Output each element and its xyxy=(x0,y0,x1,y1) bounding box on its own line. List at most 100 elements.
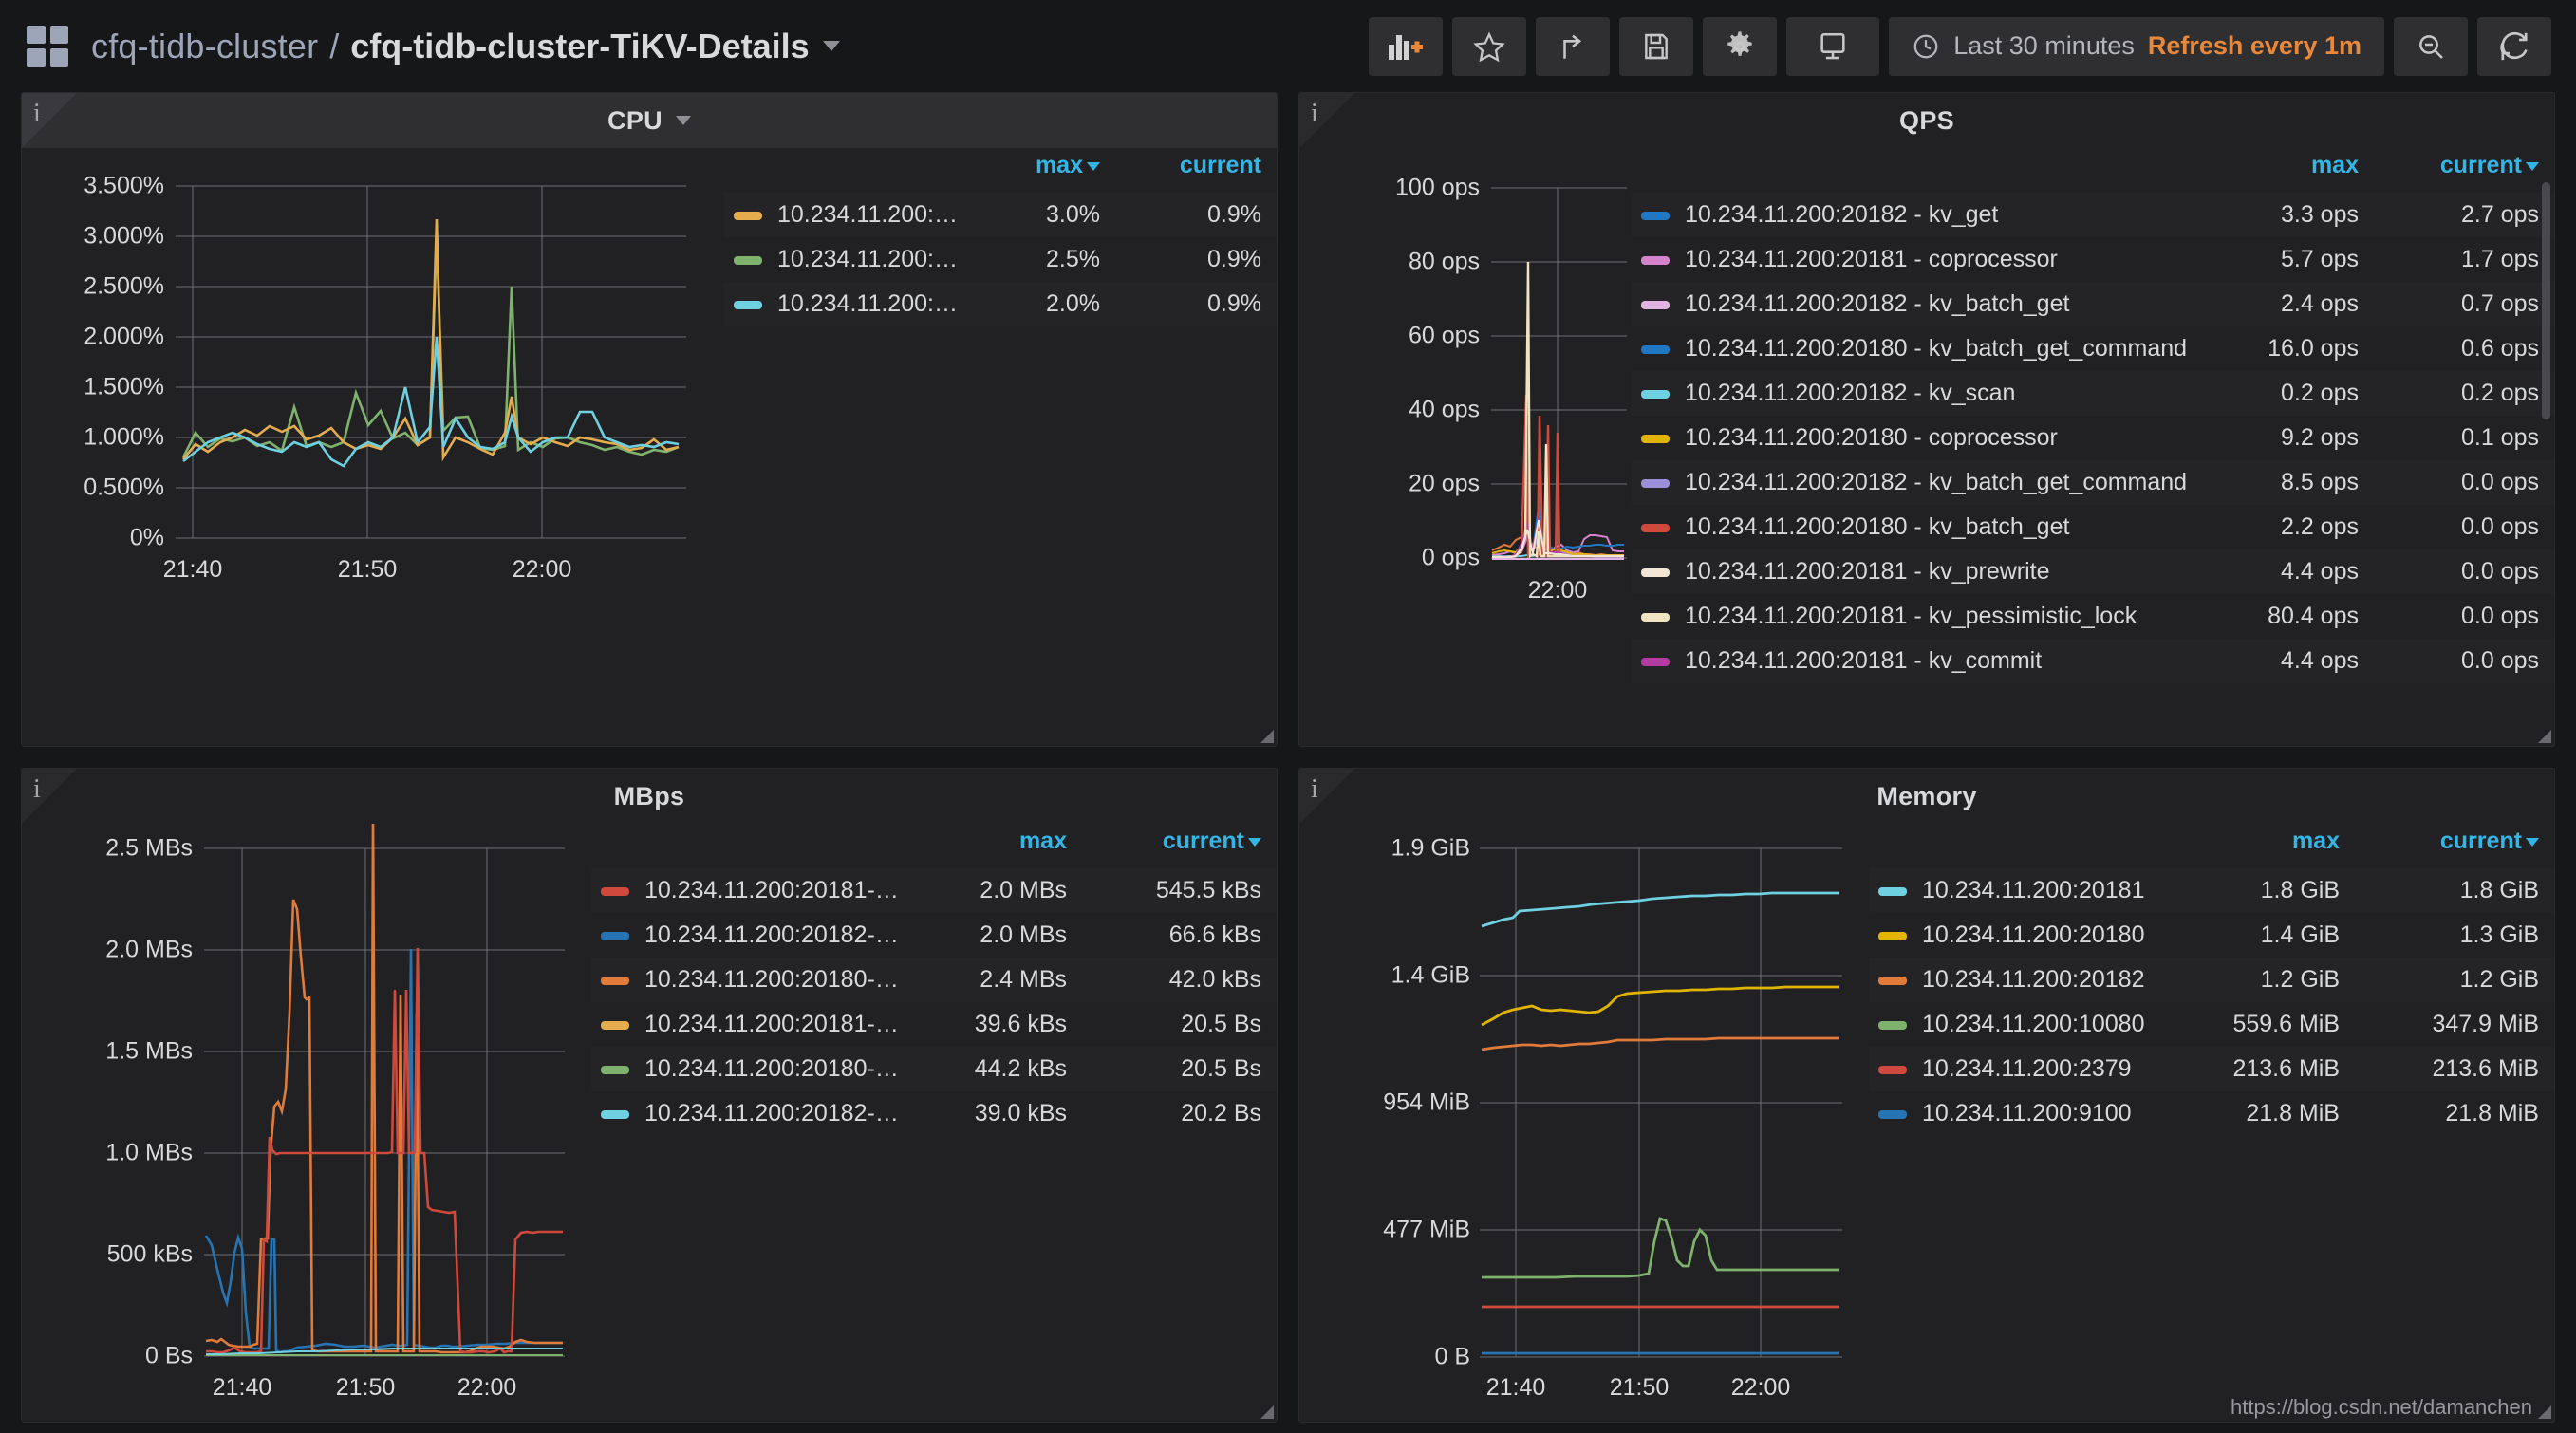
table-row[interactable]: 10.234.11.200:20180-read 2.4 MBs 42.0 kBs xyxy=(591,958,1277,1002)
cpu-ytick: 2.500% xyxy=(84,272,164,300)
mbps-series-name-1[interactable]: 10.234.11.200:20182-read xyxy=(591,913,916,958)
memory-series-name-1[interactable]: 10.234.11.200:20180 xyxy=(1869,913,2175,958)
table-row[interactable]: 10.234.11.200:20181 - kv_commit 4.4 ops 0.… xyxy=(1632,639,2554,683)
star-button[interactable] xyxy=(1452,16,1527,76)
time-range-picker[interactable]: Last 30 minutes Refresh every 1m xyxy=(1889,16,2384,76)
share-button[interactable] xyxy=(1536,16,1611,76)
table-row[interactable]: 10.234.11.200:20182 1.2 GiB 1.2 GiB xyxy=(1869,958,2554,1002)
table-row[interactable]: 10.234.11.200:20180 - coprocessor 9.2 ops… xyxy=(1632,416,2554,460)
qps-legend-header-current[interactable]: current xyxy=(2374,148,2554,193)
qps-series-name-7[interactable]: 10.234.11.200:20180 - kv_batch_get xyxy=(1632,505,2203,549)
mbps-series-name-0[interactable]: 10.234.11.200:20181-read xyxy=(591,868,916,913)
table-row[interactable]: 10.234.11.200:20181 3.0% 0.9% xyxy=(724,193,1277,237)
qps-legend-header-max[interactable]: max xyxy=(2203,148,2374,193)
zoom-out-button[interactable] xyxy=(2394,16,2468,76)
mbps-chart[interactable]: 2.5 MBs 2.0 MBs 1.5 MBs 1.0 MBs 500 kBs … xyxy=(22,813,591,1422)
qps-chart[interactable]: 100 ops 80 ops 60 ops 40 ops 20 ops 0 op… xyxy=(1299,148,1632,746)
panel-qps-title[interactable]: QPS xyxy=(1899,106,1954,136)
cpu-legend-header-current[interactable]: current xyxy=(1115,148,1277,193)
memory-series-name-0[interactable]: 10.234.11.200:20181 xyxy=(1869,868,2175,913)
refresh-button[interactable] xyxy=(2477,16,2551,76)
panel-cpu-header[interactable]: i CPU xyxy=(22,93,1277,148)
table-row[interactable]: 10.234.11.200:20180 1.4 GiB 1.3 GiB xyxy=(1869,913,2554,958)
qps-series-name-10[interactable]: 10.234.11.200:20181 - kv_commit xyxy=(1632,639,2203,683)
mbps-series-name-3[interactable]: 10.234.11.200:20181-write xyxy=(591,1002,916,1047)
table-row[interactable]: 10.234.11.200:20181 1.8 GiB 1.8 GiB xyxy=(1869,868,2554,913)
memory-series-name-3[interactable]: 10.234.11.200:10080 xyxy=(1869,1002,2175,1047)
table-row[interactable]: 10.234.11.200:20181 - kv_prewrite 4.4 ops… xyxy=(1632,549,2554,594)
info-icon[interactable]: i xyxy=(1299,93,1366,148)
mbps-series-name-4[interactable]: 10.234.11.200:20180-write xyxy=(591,1047,916,1091)
mbps-series-name-2[interactable]: 10.234.11.200:20180-read xyxy=(591,958,916,1002)
mbps-series-name-5[interactable]: 10.234.11.200:20182-write xyxy=(591,1091,916,1136)
panel-resize-handle[interactable] xyxy=(1257,726,1274,743)
table-row[interactable]: 10.234.11.200:20182-write 39.0 kBs 20.2 Bs xyxy=(591,1091,1277,1136)
table-row[interactable]: 10.234.11.200:20182 - kv_batch_get_comma… xyxy=(1632,460,2554,505)
table-row[interactable]: 10.234.11.200:20182 2.0% 0.9% xyxy=(724,282,1277,326)
breadcrumb-dashboard-title[interactable]: cfq-tidb-cluster-TiKV-Details xyxy=(350,27,809,66)
info-icon[interactable]: i xyxy=(22,769,88,824)
memory-legend-header-max[interactable]: max xyxy=(2175,824,2355,868)
table-row[interactable]: 10.234.11.200:20180 2.5% 0.9% xyxy=(724,237,1277,282)
cpu-series-name-2[interactable]: 10.234.11.200:20182 xyxy=(724,282,973,326)
panel-resize-handle[interactable] xyxy=(2534,1402,2551,1419)
table-row[interactable]: 10.234.11.200:20182 - kv_get 3.3 ops 2.7 o… xyxy=(1632,193,2554,237)
table-row[interactable]: 10.234.11.200:10080 559.6 MiB 347.9 MiB xyxy=(1869,1002,2554,1047)
panel-mbps-header[interactable]: i MBps xyxy=(22,769,1277,824)
panel-cpu-title[interactable]: CPU xyxy=(607,106,663,136)
memory-series-max-0: 1.8 GiB xyxy=(2175,868,2355,913)
save-button[interactable] xyxy=(1619,16,1694,76)
qps-series-name-6[interactable]: 10.234.11.200:20182 - kv_batch_get_comma… xyxy=(1632,460,2203,505)
qps-series-name-1[interactable]: 10.234.11.200:20181 - coprocessor xyxy=(1632,237,2203,282)
qps-series-name-3[interactable]: 10.234.11.200:20180 - kv_batch_get_comma… xyxy=(1632,326,2203,371)
table-row[interactable]: 10.234.11.200:20181-write 39.6 kBs 20.5 Bs xyxy=(591,1002,1277,1047)
breadcrumb-folder[interactable]: cfq-tidb-cluster xyxy=(91,27,318,66)
table-row[interactable]: 10.234.11.200:20180-write 44.2 kBs 20.5 Bs xyxy=(591,1047,1277,1091)
table-row[interactable]: 10.234.11.200:20182 - kv_scan 0.2 ops 0.2 … xyxy=(1632,371,2554,416)
qps-series-name-8[interactable]: 10.234.11.200:20181 - kv_prewrite xyxy=(1632,549,2203,594)
qps-series-name-2[interactable]: 10.234.11.200:20182 - kv_batch_get xyxy=(1632,282,2203,326)
panel-memory-header[interactable]: i Memory xyxy=(1299,769,2554,824)
cpu-series-name-1[interactable]: 10.234.11.200:20180 xyxy=(724,237,973,282)
memory-series-name-4[interactable]: 10.234.11.200:2379 xyxy=(1869,1047,2175,1091)
cpu-chart[interactable]: 3.500% 3.000% 2.500% 2.000% 1.500% 1.000… xyxy=(22,148,724,746)
qps-series-name-5[interactable]: 10.234.11.200:20180 - coprocessor xyxy=(1632,416,2203,460)
qps-series-current-3: 0.6 ops xyxy=(2460,335,2539,362)
qps-series-name-4[interactable]: 10.234.11.200:20182 - kv_scan xyxy=(1632,371,2203,416)
panel-resize-handle[interactable] xyxy=(2534,726,2551,743)
qps-legend[interactable]: max current 10.234.11.200:20182 - kv_get… xyxy=(1632,148,2554,746)
table-row[interactable]: 10.234.11.200:20181 - kv_pessimistic_loc… xyxy=(1632,594,2554,639)
cpu-series-max-2: 2.0% xyxy=(973,282,1115,326)
table-row[interactable]: 10.234.11.200:20180 - kv_batch_get 2.2 op… xyxy=(1632,505,2554,549)
panel-mbps-title[interactable]: MBps xyxy=(614,782,685,811)
memory-series-name-2[interactable]: 10.234.11.200:20182 xyxy=(1869,958,2175,1002)
grid-apps-icon[interactable] xyxy=(27,25,68,67)
qps-series-name-9[interactable]: 10.234.11.200:20181 - kv_pessimistic_loc… xyxy=(1632,594,2203,639)
table-row[interactable]: 10.234.11.200:20182-read 2.0 MBs 66.6 kBs xyxy=(591,913,1277,958)
table-row[interactable]: 10.234.11.200:9100 21.8 MiB 21.8 MiB xyxy=(1869,1091,2554,1136)
table-row[interactable]: 10.234.11.200:20182 - kv_batch_get 2.4 op… xyxy=(1632,282,2554,326)
memory-series-name-5[interactable]: 10.234.11.200:9100 xyxy=(1869,1091,2175,1136)
chevron-down-icon[interactable] xyxy=(675,116,691,125)
qps-series-name-0[interactable]: 10.234.11.200:20182 - kv_get xyxy=(1632,193,2203,237)
mbps-legend-header-max[interactable]: max xyxy=(916,824,1082,868)
table-row[interactable]: 10.234.11.200:20181 - coprocessor 5.7 ops… xyxy=(1632,237,2554,282)
info-icon[interactable]: i xyxy=(22,93,88,148)
mbps-legend-header-current[interactable]: current xyxy=(1082,824,1277,868)
add-panel-button[interactable] xyxy=(1369,16,1444,76)
memory-chart[interactable]: 1.9 GiB 1.4 GiB 954 MiB 477 MiB 0 B 21:4… xyxy=(1299,824,1869,1422)
settings-button[interactable] xyxy=(1703,16,1778,76)
tv-mode-button[interactable] xyxy=(1786,16,1880,76)
table-row[interactable]: 10.234.11.200:20181-read 2.0 MBs 545.5 kBs xyxy=(591,868,1277,913)
chevron-down-icon[interactable] xyxy=(822,41,840,51)
info-icon[interactable]: i xyxy=(1299,769,1366,824)
cpu-series-name-0[interactable]: 10.234.11.200:20181 xyxy=(724,193,973,237)
memory-legend-header-current[interactable]: current xyxy=(2355,824,2554,868)
cpu-legend-header-max[interactable]: max xyxy=(973,148,1115,193)
panel-qps-header[interactable]: i QPS xyxy=(1299,93,2554,148)
panel-resize-handle[interactable] xyxy=(1257,1402,1274,1419)
legend-scrollbar[interactable] xyxy=(2542,182,2550,419)
table-row[interactable]: 10.234.11.200:20180 - kv_batch_get_comma… xyxy=(1632,326,2554,371)
table-row[interactable]: 10.234.11.200:2379 213.6 MiB 213.6 MiB xyxy=(1869,1047,2554,1091)
panel-memory-title[interactable]: Memory xyxy=(1876,782,1976,811)
